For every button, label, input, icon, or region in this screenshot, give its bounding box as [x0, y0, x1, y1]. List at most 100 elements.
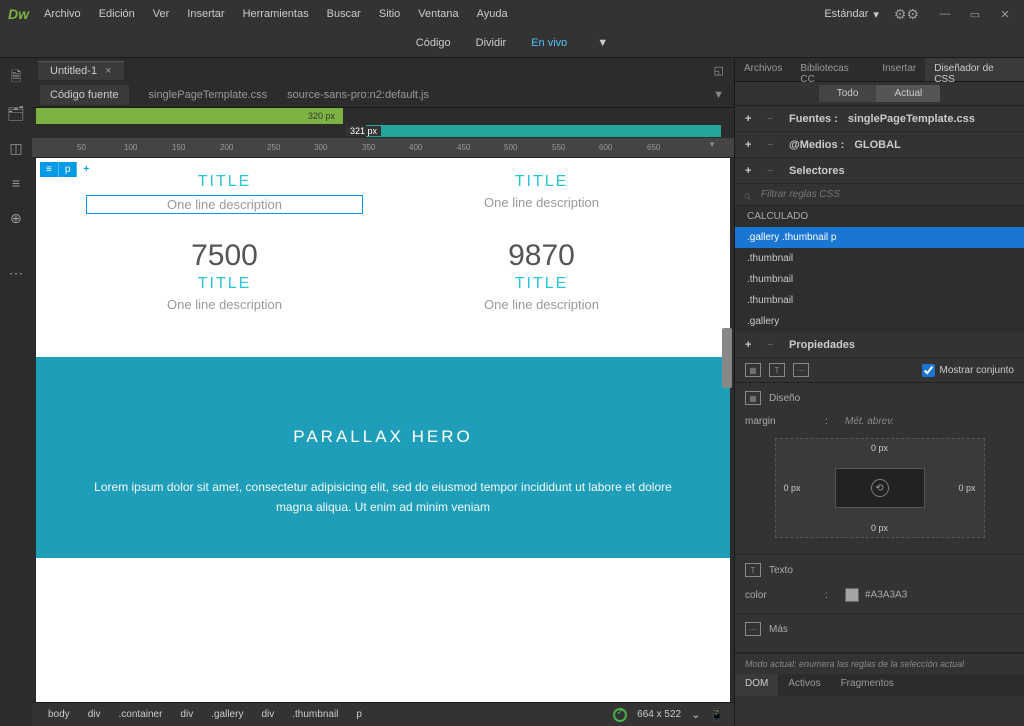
margin-shorthand-hint[interactable]: Mét. abrev.: [845, 416, 1014, 427]
margin-bottom-value[interactable]: 0 px: [871, 523, 888, 533]
breadcrumb-gallery[interactable]: .gallery: [203, 707, 251, 722]
close-button[interactable]: ✕: [994, 6, 1016, 22]
view-live[interactable]: En vivo: [531, 37, 567, 49]
tab-activos[interactable]: Activos: [778, 674, 830, 696]
remove-property-button[interactable]: −: [767, 339, 779, 351]
menu-file[interactable]: Archivo: [44, 8, 81, 20]
breadcrumb-p[interactable]: p: [348, 707, 370, 722]
horizontal-ruler[interactable]: 50 100 150 200 250 300 350 400 450 500 5…: [32, 138, 734, 158]
breadcrumb-div[interactable]: div: [172, 707, 201, 722]
menu-help[interactable]: Ayuda: [477, 8, 508, 20]
related-js-file[interactable]: source-sans-pro:n2:default.js: [287, 89, 429, 101]
margin-top-value[interactable]: 0 px: [871, 443, 888, 453]
breadcrumb-body[interactable]: body: [40, 707, 78, 722]
view-code[interactable]: Código: [416, 37, 451, 49]
menu-insert[interactable]: Insertar: [187, 8, 224, 20]
manage-tool-icon[interactable]: 🗂: [6, 103, 26, 123]
remove-selector-button[interactable]: −: [767, 165, 779, 177]
breadcrumb-div[interactable]: div: [80, 707, 109, 722]
align-tool-icon[interactable]: ≡: [6, 173, 26, 193]
tab-css-designer[interactable]: Diseñador de CSS: [925, 58, 1024, 81]
ruler-tick: 250: [267, 143, 280, 152]
color-swatch[interactable]: [845, 588, 859, 602]
workspace-selector[interactable]: Estándar ▾: [824, 8, 879, 21]
thumbnail-tile[interactable]: TITLE One line description: [66, 168, 383, 219]
selector-item[interactable]: .thumbnail: [735, 290, 1024, 311]
color-value[interactable]: #A3A3A3: [845, 588, 907, 602]
code-tool-icon[interactable]: ◫: [6, 138, 26, 158]
subtab-todo[interactable]: Todo: [819, 85, 877, 102]
show-set-checkbox[interactable]: Mostrar conjunto: [922, 364, 1014, 377]
tab-bibliotecas[interactable]: Bibliotecas CC: [791, 58, 873, 81]
view-split[interactable]: Dividir: [476, 37, 507, 49]
breadcrumb-thumbnail[interactable]: .thumbnail: [284, 707, 346, 722]
text-category-icon[interactable]: T: [769, 363, 785, 377]
tile-title: TITLE: [403, 275, 680, 293]
sync-settings-icon[interactable]: ⚙⚙: [894, 6, 919, 23]
margin-label: margin: [745, 416, 825, 427]
add-media-button[interactable]: +: [745, 139, 757, 151]
link-values-icon[interactable]: ⟲: [871, 479, 889, 497]
more-category-icon[interactable]: ⋯: [793, 363, 809, 377]
close-tab-icon[interactable]: ×: [105, 65, 111, 77]
add-property-button[interactable]: +: [745, 339, 757, 351]
tab-insertar[interactable]: Insertar: [873, 58, 925, 81]
margin-right-value[interactable]: 0 px: [958, 483, 975, 493]
expand-tool-icon[interactable]: ⊕: [6, 208, 26, 228]
margin-left-value[interactable]: 0 px: [784, 483, 801, 493]
more-tool-icon[interactable]: ⋯: [6, 263, 26, 283]
selector-item[interactable]: .gallery: [735, 311, 1024, 332]
device-preview-icon[interactable]: 📱: [710, 708, 724, 721]
chevron-down-icon[interactable]: ⌄: [691, 708, 700, 721]
maximize-button[interactable]: ▭: [964, 6, 986, 22]
hero-section[interactable]: PARALLAX HERO Lorem ipsum dolor sit amet…: [36, 357, 730, 558]
file-tool-icon[interactable]: 🗎: [6, 68, 26, 88]
status-ok-icon[interactable]: [613, 708, 627, 722]
thumbnail-tile[interactable]: 7500 TITLE One line description: [66, 219, 383, 317]
breadcrumb-container[interactable]: .container: [110, 707, 170, 722]
tile-description: One line description: [86, 195, 363, 214]
document-tab[interactable]: Untitled-1 ×: [38, 61, 124, 80]
box-model-editor[interactable]: 0 px 0 px 0 px 0 px ⟲: [775, 438, 985, 538]
media-query-bar-320[interactable]: 320 px: [36, 108, 343, 124]
add-source-button[interactable]: +: [745, 113, 757, 125]
sources-value[interactable]: singlePageTemplate.css: [848, 113, 975, 125]
layout-category-icon[interactable]: ▦: [745, 363, 761, 377]
tab-fragmentos[interactable]: Fragmentos: [831, 674, 904, 696]
filter-selectors-input[interactable]: [735, 184, 1024, 205]
menu-find[interactable]: Buscar: [327, 8, 361, 20]
subtab-actual[interactable]: Actual: [876, 85, 940, 102]
menu-view[interactable]: Ver: [153, 8, 170, 20]
selector-computed[interactable]: CALCULADO: [735, 206, 1024, 227]
breadcrumb-div[interactable]: div: [253, 707, 282, 722]
minimize-button[interactable]: —: [934, 6, 956, 22]
source-code-button[interactable]: Código fuente: [40, 85, 129, 105]
thumbnail-tile[interactable]: TITLE One line description: [383, 168, 700, 219]
add-element-icon[interactable]: +: [77, 162, 96, 177]
ruler-handle-icon[interactable]: ▼: [708, 140, 716, 149]
hamburger-icon[interactable]: ≡: [40, 162, 59, 177]
tab-archivos[interactable]: Archivos: [735, 58, 791, 81]
selector-active[interactable]: .gallery .thumbnail p: [735, 227, 1024, 248]
menu-window[interactable]: Ventana: [418, 8, 458, 20]
add-selector-button[interactable]: +: [745, 165, 757, 177]
element-badge[interactable]: ≡ p +: [40, 162, 96, 177]
funnel-icon[interactable]: ▼: [713, 89, 724, 101]
selector-item[interactable]: .thumbnail: [735, 269, 1024, 290]
tab-dom[interactable]: DOM: [735, 674, 778, 696]
remove-source-button[interactable]: −: [767, 113, 779, 125]
popout-icon[interactable]: ◱: [714, 64, 724, 77]
vertical-scrollbar[interactable]: [722, 328, 732, 388]
related-css-file[interactable]: singlePageTemplate.css: [149, 89, 268, 101]
media-value[interactable]: GLOBAL: [854, 139, 900, 151]
selector-item[interactable]: .thumbnail: [735, 248, 1024, 269]
menu-tools[interactable]: Herramientas: [243, 8, 309, 20]
menu-site[interactable]: Sitio: [379, 8, 400, 20]
live-preview-canvas[interactable]: ≡ p + TITLE One line description TITLE O…: [36, 158, 730, 702]
media-query-bar-321[interactable]: 321 px: [366, 125, 721, 137]
menu-edit[interactable]: Edición: [99, 8, 135, 20]
remove-media-button[interactable]: −: [767, 139, 779, 151]
view-dropdown[interactable]: ▼: [597, 37, 608, 49]
thumbnail-tile[interactable]: 9870 TITLE One line description: [383, 219, 700, 317]
viewport-size[interactable]: 664 x 522: [637, 709, 681, 720]
